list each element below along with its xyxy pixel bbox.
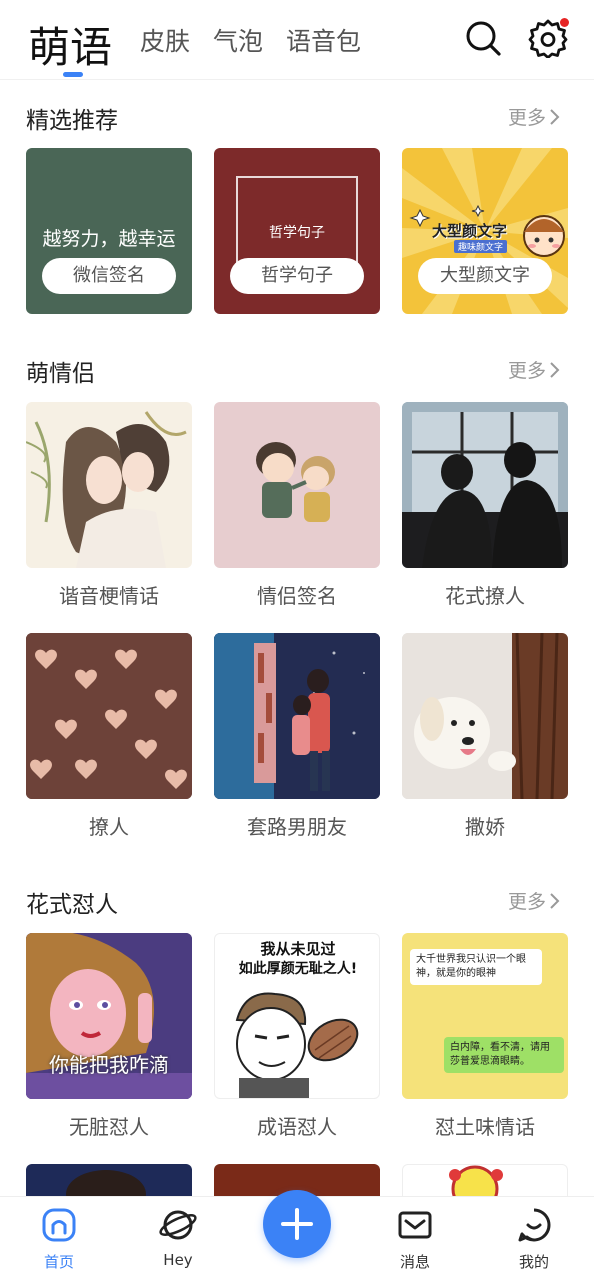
notification-dot: [560, 18, 569, 27]
more-label: 更多: [508, 891, 547, 913]
card-roast-cheesy-lines[interactable]: 大千世界我只认识一个眼神，就是你的眼神 白内障，看不清，请用莎普爱思滴眼睛。: [402, 933, 568, 1099]
couple-cartoon-illustration: [256, 442, 335, 522]
tab-bubble[interactable]: 气泡: [213, 22, 263, 58]
bookshelf-couple-illustration: [214, 633, 380, 799]
create-button[interactable]: [263, 1190, 331, 1258]
card-image-text-line2: 如此厚颜无耻之人!: [238, 961, 358, 977]
card-label-pill: 哲学句子: [230, 258, 364, 294]
card-flirt[interactable]: [26, 633, 192, 799]
nav-profile[interactable]: 我的: [494, 1207, 574, 1272]
window-couple-photo: [402, 402, 568, 568]
card-caption: 花式撩人: [445, 584, 525, 608]
face-icon: [518, 1208, 551, 1242]
featured-more-link[interactable]: 更多: [508, 103, 560, 130]
dog-photo: [402, 633, 568, 799]
tab-skin[interactable]: 皮肤: [140, 22, 190, 58]
card-caption: 无脏怼人: [69, 1115, 149, 1139]
section-title-featured: 精选推荐: [26, 108, 118, 134]
nav-home[interactable]: 首页: [19, 1207, 99, 1272]
card-big-emoticons[interactable]: 大型颜文字 趣味颜文字 大型颜文字: [402, 148, 568, 314]
couple-illustration: [26, 411, 187, 568]
card-label-pill: 大型颜文字: [418, 258, 552, 294]
card-image-text: 越努力，越幸运: [42, 228, 176, 250]
card-image-text: 哲学句子: [269, 225, 325, 241]
top-header: 萌语 皮肤 气泡 语音包: [0, 0, 594, 80]
home-icon: [42, 1208, 76, 1242]
card-caption: 成语怼人: [257, 1115, 337, 1139]
card-image-text-line1: 我从未见过: [260, 940, 336, 958]
active-tab-indicator: [63, 72, 83, 77]
card-couple-signature[interactable]: [214, 402, 380, 568]
chat-bubble-sent: 白内障，看不清，请用莎普爱思滴眼睛。: [444, 1037, 564, 1073]
bokeh-hearts-photo: [26, 633, 192, 799]
card-caption: 谐音梗情话: [59, 584, 159, 608]
search-icon[interactable]: [463, 18, 503, 58]
chevron-right-icon: [550, 893, 560, 909]
card-caption: 撒娇: [465, 815, 505, 839]
more-label: 更多: [508, 360, 547, 382]
nav-messages[interactable]: 消息: [375, 1207, 455, 1272]
nav-hey[interactable]: Hey: [138, 1207, 218, 1269]
card-image-text: 你能把我咋滴: [49, 1053, 169, 1077]
tab-voice-pack[interactable]: 语音包: [286, 22, 361, 58]
couples-more-link[interactable]: 更多: [508, 356, 560, 383]
nav-label: 消息: [399, 1253, 430, 1271]
card-act-cute[interactable]: [402, 633, 568, 799]
card-philosophy-quotes[interactable]: 哲学句子 哲学句子: [214, 148, 380, 314]
more-label: 更多: [508, 107, 547, 129]
section-title-roast: 花式怼人: [26, 892, 118, 918]
nav-label: 首页: [43, 1253, 74, 1271]
card-image-subtext: 趣味颜文字: [454, 240, 508, 253]
card-pun-love-words[interactable]: [26, 402, 192, 568]
card-caption: 怼土味情话: [435, 1115, 535, 1139]
meme-face-illustration: [235, 992, 359, 1098]
card-boyfriend-tricks[interactable]: [214, 633, 380, 799]
chevron-right-icon: [550, 362, 560, 378]
card-caption: 套路男朋友: [247, 815, 347, 839]
card-clean-roast[interactable]: 你能把我咋滴: [26, 933, 192, 1099]
card-wechat-signature[interactable]: 越努力，越幸运 微信签名: [26, 148, 192, 314]
card-caption: 情侣签名: [257, 584, 337, 608]
card-idiom-roast[interactable]: 我从未见过 如此厚颜无耻之人!: [214, 933, 380, 1099]
card-label-pill: 微信签名: [42, 258, 176, 294]
card-caption: 撩人: [89, 815, 129, 839]
nav-label: 我的: [518, 1253, 549, 1271]
plus-icon: [281, 1208, 313, 1240]
planet-icon: [159, 1210, 197, 1240]
chevron-right-icon: [550, 109, 560, 125]
tab-mengyu[interactable]: 萌语: [28, 14, 112, 75]
mail-icon: [398, 1211, 432, 1239]
chat-bubble-received: 大千世界我只认识一个眼神，就是你的眼神: [410, 949, 542, 985]
nav-label: Hey: [163, 1251, 193, 1269]
card-image-text: 大型颜文字: [432, 222, 508, 240]
roast-more-link[interactable]: 更多: [508, 887, 560, 914]
section-title-couples: 萌情侣: [26, 361, 95, 387]
card-flirting-style[interactable]: [402, 402, 568, 568]
